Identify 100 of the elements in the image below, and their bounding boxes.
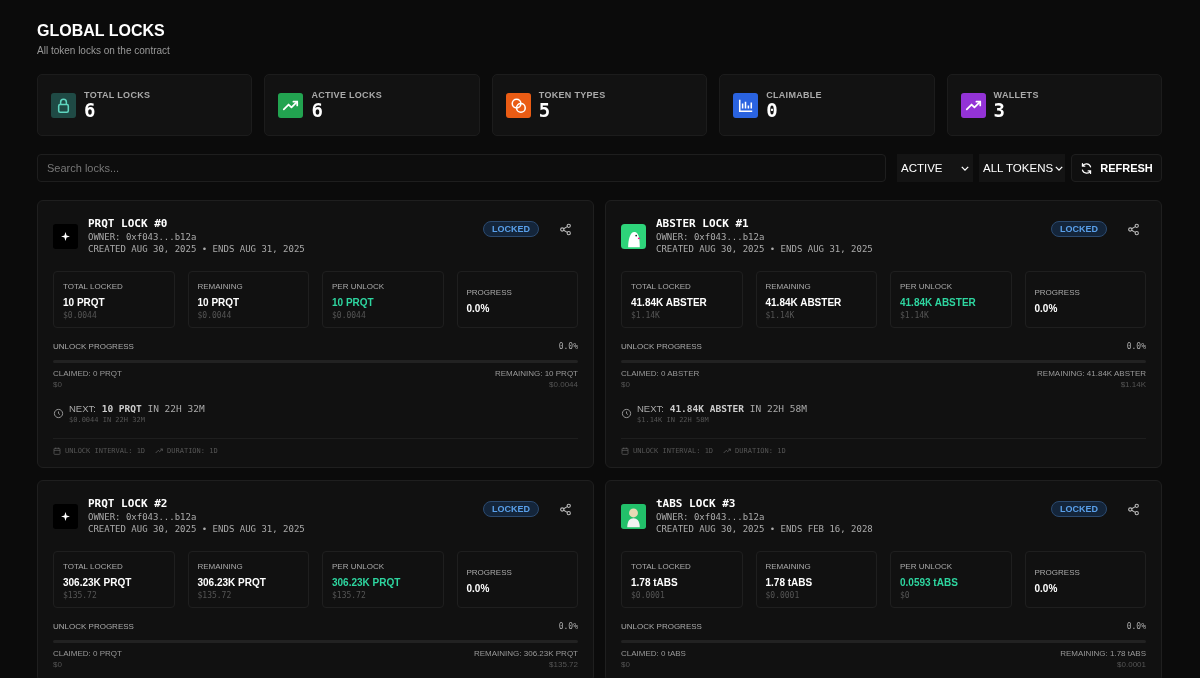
stat-value: 6: [311, 100, 324, 120]
metric-usd: $0.0044: [197, 311, 233, 320]
metric-value: 41.84K ABSTER: [765, 297, 843, 308]
remaining-amount: REMAINING: 41.84K ABSTER: [1037, 369, 1146, 378]
metric-value: 0.0%: [466, 583, 491, 594]
lock-dates: CREATED AUG 30, 2025 • ENDS AUG 31, 2025: [656, 244, 874, 254]
metric-label: PER UNLOCK: [900, 562, 953, 571]
metric-label: PER UNLOCK: [332, 562, 385, 571]
progress-reading: 0.0%: [1126, 342, 1146, 351]
calendar-icon: [621, 447, 629, 455]
metric-label: REMAINING: [765, 562, 812, 571]
next-amount: 10 PRQT: [101, 403, 142, 414]
chevron-down-icon: [961, 165, 969, 171]
status-dropdown[interactable]: ACTIVE: [897, 154, 973, 182]
progress-label: UNLOCK PROGRESS: [621, 342, 702, 351]
lock-title: PRQT LOCK #0: [88, 217, 169, 230]
share-icon[interactable]: [1127, 503, 1140, 516]
stat-label: WALLETS: [993, 90, 1039, 100]
page-title: GLOBAL LOCKS: [37, 22, 166, 40]
metric-value: 0.0%: [1034, 303, 1059, 314]
progress-label: UNLOCK PROGRESS: [621, 622, 702, 631]
search-field[interactable]: Search locks...: [37, 154, 886, 182]
metric-usd: $1.14K: [631, 311, 661, 320]
metric-usd: $0.0001: [765, 591, 801, 600]
lock-dates: CREATED AUG 30, 2025 • ENDS FEB 16, 2028: [656, 524, 874, 534]
metric-value: 10 PRQT: [332, 297, 375, 308]
claimed-amount: CLAIMED: 0 PRQT: [53, 369, 122, 378]
metric-value: 1.78 tABS: [631, 577, 679, 588]
refresh-button[interactable]: REFRESH: [1071, 154, 1162, 182]
metric-value: 1.78 tABS: [765, 577, 814, 588]
remaining-amount: REMAINING: 1.78 tABS: [1060, 649, 1146, 658]
metric-label: PROGRESS: [466, 568, 513, 577]
progress-reading: 0.0%: [558, 342, 578, 351]
stat-value: 5: [538, 100, 552, 120]
status-badge: LOCKED: [483, 221, 539, 237]
calendar-icon: [53, 447, 61, 455]
metric-value: 10 PRQT: [63, 297, 106, 308]
stat-label: TOTAL LOCKS: [84, 90, 151, 100]
clock-icon: [53, 408, 64, 419]
metric-usd: $0.0044: [332, 311, 367, 320]
share-icon[interactable]: [1127, 223, 1140, 236]
next-time: IN 22H 58M: [749, 403, 807, 414]
metric-value: 41.84K ABSTER: [900, 297, 977, 308]
remaining-usd: $135.72: [548, 660, 578, 669]
sparkle-icon: [53, 224, 78, 249]
remaining-usd: $0.0044: [548, 380, 578, 389]
metric-usd: $0.0001: [631, 591, 666, 600]
share-icon[interactable]: [559, 223, 572, 236]
refresh-icon: [1080, 161, 1094, 175]
page-subtitle: All token locks on the contract: [37, 45, 171, 56]
metric-value: 41.84K ABSTER: [631, 297, 708, 308]
lock-title: ABSTER LOCK #1: [656, 217, 750, 230]
lock-title: PRQT LOCK #2: [88, 497, 169, 510]
metric-label: REMAINING: [197, 282, 244, 291]
sparkle-icon: [53, 504, 78, 529]
next-amount: 41.84K ABSTER: [669, 403, 745, 414]
metric-value: 306.23K PRQT: [332, 577, 402, 588]
metric-value: 0.0%: [1034, 583, 1059, 594]
metric-usd: $0.0044: [63, 311, 98, 320]
metric-label: PER UNLOCK: [900, 282, 953, 291]
owner-address: OWNER: 0xf043...b12a: [656, 232, 766, 242]
remaining-amount: REMAINING: 306.23K PRQT: [473, 649, 578, 658]
stat-label: TOKEN TYPES: [538, 90, 606, 100]
metric-usd: $1.14K: [765, 311, 796, 320]
remaining-usd: $1.14K: [1119, 380, 1146, 389]
status-badge: LOCKED: [1051, 501, 1107, 517]
metric-value: 306.23K PRQT: [63, 577, 133, 588]
metric-usd: $135.72: [197, 591, 233, 600]
next-time: IN 22H 32M: [147, 403, 205, 414]
figure-icon: [621, 504, 646, 529]
stat-label: CLAIMABLE: [766, 90, 822, 100]
metric-label: TOTAL LOCKED: [631, 282, 692, 291]
lock-dates: CREATED AUG 30, 2025 • ENDS AUG 31, 2025: [88, 244, 306, 254]
claimed-amount: CLAIMED: 0 tABS: [621, 649, 686, 658]
metric-value: 0.0%: [466, 303, 491, 314]
lock-title: tABS LOCK #3: [656, 497, 737, 510]
token-dropdown[interactable]: ALL TOKENS: [979, 154, 1065, 182]
metric-value: 306.23K PRQT: [197, 577, 267, 588]
trend-up-icon: [723, 447, 732, 455]
metric-label: PER UNLOCK: [332, 282, 385, 291]
chevron-down-icon: [1055, 165, 1064, 171]
owner-address: OWNER: 0xf043...b12a: [88, 512, 198, 522]
metric-label: TOTAL LOCKED: [63, 562, 124, 571]
metric-usd: $1.14K: [900, 311, 930, 320]
share-icon[interactable]: [559, 503, 572, 516]
stat-value: 0: [766, 100, 779, 120]
metric-label: PROGRESS: [1034, 568, 1081, 577]
metric-label: REMAINING: [197, 562, 244, 571]
claimed-amount: CLAIMED: 0 PRQT: [53, 649, 122, 658]
metric-label: TOTAL LOCKED: [631, 562, 692, 571]
metric-value: 10 PRQT: [197, 297, 241, 308]
claimed-amount: CLAIMED: 0 ABSTER: [621, 369, 700, 378]
progress-label: UNLOCK PROGRESS: [53, 342, 134, 351]
remaining-amount: REMAINING: 10 PRQT: [494, 369, 578, 378]
lock-dates: CREATED AUG 30, 2025 • ENDS AUG 31, 2025: [88, 524, 306, 534]
trend-up-icon: [155, 447, 164, 455]
stat-label: ACTIVE LOCKS: [311, 90, 382, 100]
metric-label: PROGRESS: [1034, 288, 1081, 297]
status-badge: LOCKED: [483, 501, 539, 517]
progress-label: UNLOCK PROGRESS: [53, 622, 134, 631]
